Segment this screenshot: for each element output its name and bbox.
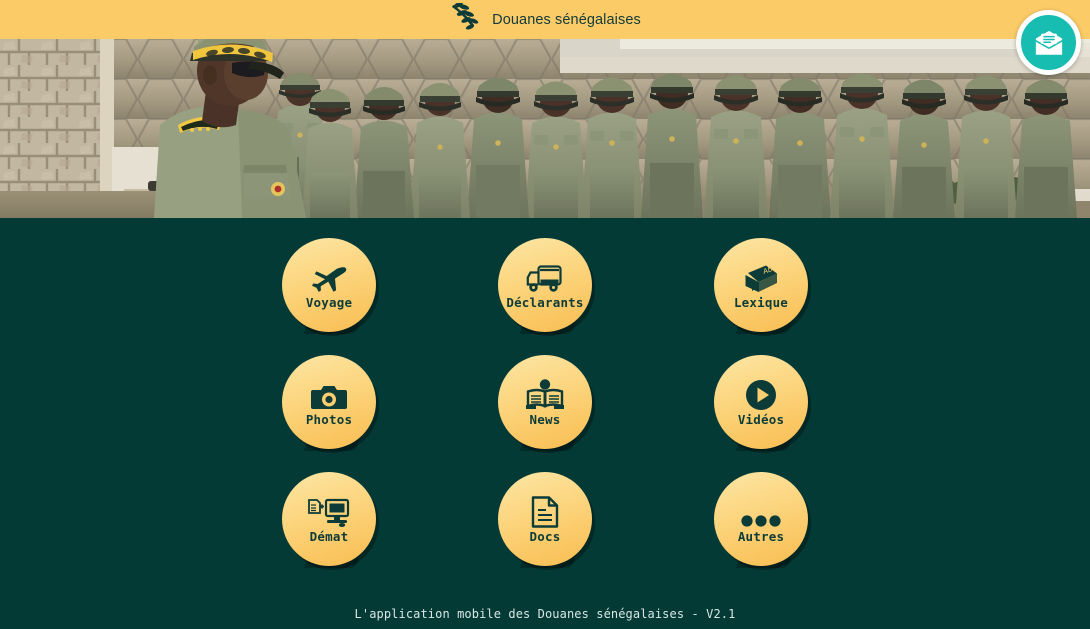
person-reading-newspaper-icon [526,377,564,411]
tile-circle: Vidéos [714,355,808,449]
tile-circle: Autres [714,472,808,566]
tile-circle: Photos [282,355,376,449]
menu-row-3: Démat Docs Autres [0,472,1090,566]
menu-tile-demat[interactable]: Démat [282,472,376,566]
footer-version-text: L'application mobile des Douanes sénégal… [354,607,736,621]
menu-tile-voyage[interactable]: Voyage [282,238,376,332]
menu-tile-autres[interactable]: Autres [714,472,808,566]
tile-circle: News [498,355,592,449]
menu-grid: Voyage Déclarants Abc Lexique Photos New… [0,218,1090,566]
app-footer: L'application mobile des Douanes sénégal… [0,605,1090,623]
menu-tile-lexique[interactable]: Abc Lexique [714,238,808,332]
menu-tile-label: Vidéos [737,412,785,428]
ellipsis-more-icon [740,494,782,528]
document-file-icon [531,494,559,528]
menu-tile-label: Docs [529,529,561,545]
mail-envelope-icon [1034,28,1064,58]
tile-circle: Déclarants [498,238,592,332]
menu-tile-label: Lexique [733,295,789,311]
menu-tile-label: Démat [309,529,349,545]
menu-tile-label: Autres [737,529,785,545]
menu-tile-declarants[interactable]: Déclarants [498,238,592,332]
menu-tile-news[interactable]: News [498,355,592,449]
camera-icon [311,377,347,411]
hero-banner-image [0,39,1090,218]
app-title: Douanes sénégalaises [492,11,641,28]
tile-circle: Abc Lexique [714,238,808,332]
menu-tile-label: Déclarants [506,295,584,311]
tile-circle: Docs [498,472,592,566]
menu-tile-label: Voyage [305,295,353,311]
menu-tile-label: News [529,412,561,428]
menu-tile-docs[interactable]: Docs [498,472,592,566]
menu-tile-label: Photos [305,412,353,428]
olive-branch-icon [449,2,483,35]
play-circle-icon [745,377,777,411]
header-brand: Douanes sénégalaises [449,2,641,35]
menu-row-2: Photos News Vidéos [0,355,1090,449]
airplane-icon [309,260,349,294]
menu-row-1: Voyage Déclarants Abc Lexique [0,238,1090,332]
menu-tile-photos[interactable]: Photos [282,355,376,449]
mail-contact-button[interactable] [1016,10,1081,75]
computer-document-icon [308,494,350,528]
main-menu-area: Voyage Déclarants Abc Lexique Photos New… [0,218,1090,629]
tile-circle: Voyage [282,238,376,332]
tile-circle: Démat [282,472,376,566]
truck-icon [526,260,564,294]
app-header: Douanes sénégalaises [0,0,1090,39]
abc-dictionary-book-icon: Abc [742,260,780,294]
menu-tile-videos[interactable]: Vidéos [714,355,808,449]
